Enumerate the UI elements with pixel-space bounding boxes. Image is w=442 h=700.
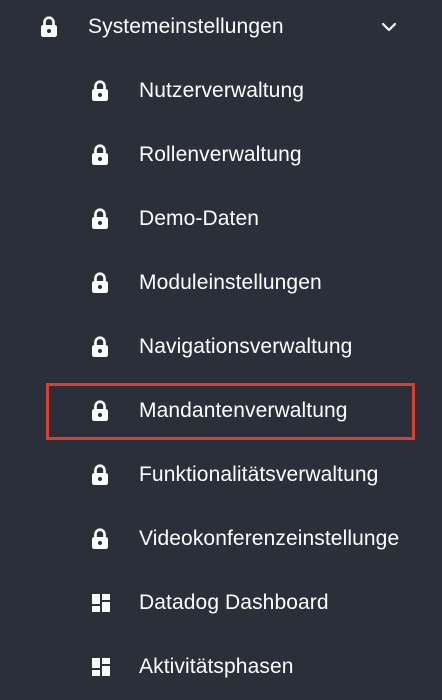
nav-item-label: Funktionalitätsverwaltung: [139, 463, 379, 486]
lock-icon: [91, 144, 109, 166]
lock-icon: [91, 336, 109, 358]
nav-item-systemeinstellungen[interactable]: Systemeinstellungen: [0, 7, 442, 47]
lock-icon: [91, 400, 109, 422]
nav-item-mandantenverwaltung[interactable]: Mandantenverwaltung: [0, 391, 442, 431]
nav-item-nutzerverwaltung[interactable]: Nutzerverwaltung: [0, 71, 442, 111]
nav-item-label: Nutzerverwaltung: [139, 79, 305, 102]
lock-icon: [91, 464, 109, 486]
nav-item-videokonferenzeinstellungen[interactable]: Videokonferenzeinstellunge: [0, 519, 442, 559]
nav-item-datadog-dashboard[interactable]: Datadog Dashboard: [0, 583, 442, 623]
dashboard-icon: [91, 593, 111, 613]
nav-item-label: Demo-Daten: [139, 207, 260, 230]
nav-item-demo-daten[interactable]: Demo-Daten: [0, 199, 442, 239]
nav-item-aktivitaetsphasen[interactable]: Aktivitätsphasen: [0, 647, 442, 687]
nav-item-funktionalitaetsverwaltung[interactable]: Funktionalitätsverwaltung: [0, 455, 442, 495]
chevron-down-icon[interactable]: [381, 22, 397, 32]
nav-item-label: Datadog Dashboard: [139, 591, 329, 614]
nav-item-label: Mandantenverwaltung: [139, 399, 348, 422]
nav-item-navigationsverwaltung[interactable]: Navigationsverwaltung: [0, 327, 442, 367]
dashboard-icon: [91, 657, 111, 677]
nav-item-label: Rollenverwaltung: [139, 143, 302, 166]
lock-icon: [91, 272, 109, 294]
sidebar-navigation: Systemeinstellungen Nutzerverwaltung Rol: [0, 0, 442, 700]
nav-item-label: Aktivitätsphasen: [139, 655, 294, 678]
nav-item-label: Videokonferenzeinstellunge: [139, 527, 400, 550]
lock-icon: [91, 80, 109, 102]
nav-item-rollenverwaltung[interactable]: Rollenverwaltung: [0, 135, 442, 175]
nav-item-label: Systemeinstellungen: [88, 15, 284, 38]
lock-icon: [91, 208, 109, 230]
nav-item-label: Navigationsverwaltung: [139, 335, 353, 358]
nav-item-label: Moduleinstellungen: [139, 271, 322, 294]
nav-item-moduleinstellungen[interactable]: Moduleinstellungen: [0, 263, 442, 303]
lock-icon: [40, 16, 58, 38]
lock-icon: [91, 528, 109, 550]
